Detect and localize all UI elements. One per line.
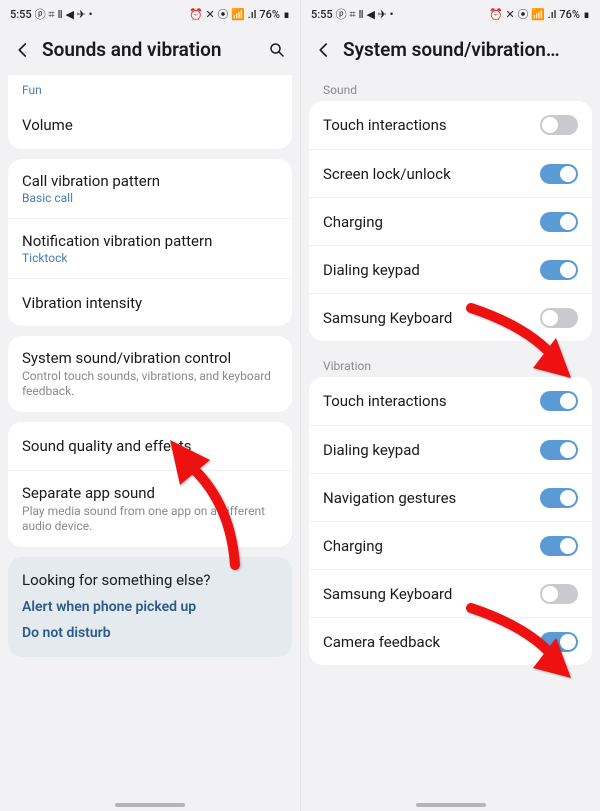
row-sound-samsung-keyboard[interactable]: Samsung Keyboard <box>309 293 592 341</box>
page-title: System sound/vibration… <box>343 38 586 61</box>
toggle-sound-dialing[interactable] <box>540 260 578 280</box>
ringtone-value: Fun <box>8 75 292 101</box>
card-ringtone-group: Fun Volume <box>8 75 292 149</box>
status-right-icons: ⏰ ✕ ⦿ 📶 .ıl <box>489 6 556 22</box>
back-icon[interactable] <box>14 41 32 59</box>
appbar-left: Sounds and vibration <box>0 28 300 75</box>
scroll-left[interactable]: Fun Volume Call vibration pattern Basic … <box>0 75 300 811</box>
vib-camera-label: Camera feedback <box>323 633 440 651</box>
row-vib-dialing-keypad[interactable]: Dialing keypad <box>309 425 592 473</box>
battery-icon: ∎ <box>283 8 290 21</box>
nav-indicator[interactable] <box>115 803 185 807</box>
row-notification-vibration-pattern[interactable]: Notification vibration pattern Ticktock <box>8 218 292 278</box>
sound-lock-label: Screen lock/unlock <box>323 165 451 183</box>
system-control-label: System sound/vibration control <box>22 349 278 367</box>
toggle-vib-dialing[interactable] <box>540 440 578 460</box>
toggle-vib-camera[interactable] <box>540 632 578 652</box>
back-icon[interactable] <box>315 41 333 59</box>
row-vibration-intensity[interactable]: Vibration intensity <box>8 278 292 326</box>
system-control-desc: Control touch sounds, vibrations, and ke… <box>22 369 278 399</box>
vib-charging-label: Charging <box>323 537 383 555</box>
footer-link-dnd[interactable]: Do not disturb <box>22 625 278 641</box>
row-volume-label: Volume <box>22 116 73 134</box>
row-vib-touch-interactions[interactable]: Touch interactions <box>309 377 592 425</box>
toggle-vib-nav[interactable] <box>540 488 578 508</box>
notif-pattern-value: Ticktock <box>22 251 278 265</box>
vib-keyboard-label: Samsung Keyboard <box>323 585 452 603</box>
status-right-icons: ⏰ ✕ ⦿ 📶 .ıl <box>189 6 256 22</box>
row-sound-dialing-keypad[interactable]: Dialing keypad <box>309 245 592 293</box>
row-sound-charging[interactable]: Charging <box>309 197 592 245</box>
status-left-icons: ⓟ ⌗ Ⅱ ◀ ✈ • <box>35 6 93 22</box>
row-call-vibration-pattern[interactable]: Call vibration pattern Basic call <box>8 159 292 218</box>
footer-card: Looking for something else? Alert when p… <box>8 557 292 657</box>
section-header-sound: Sound <box>309 75 592 101</box>
search-icon[interactable] <box>268 41 286 59</box>
status-bar: 5:55 ⓟ ⌗ Ⅱ ◀ ✈ • ⏰ ✕ ⦿ 📶 .ıl 76% ∎ <box>0 0 300 28</box>
battery-icon: ∎ <box>583 8 590 21</box>
call-pattern-value: Basic call <box>22 191 278 205</box>
row-system-sound-vibration-control[interactable]: System sound/vibration control Control t… <box>8 336 292 412</box>
status-battery: 76% <box>259 8 280 21</box>
card-system-control: System sound/vibration control Control t… <box>8 336 292 412</box>
sound-dialing-label: Dialing keypad <box>323 261 420 279</box>
separate-app-desc: Play media sound from one app on a diffe… <box>22 504 278 534</box>
row-sound-quality-effects[interactable]: Sound quality and effects <box>8 422 292 470</box>
vib-touch-label: Touch interactions <box>323 392 447 410</box>
toggle-vib-keyboard[interactable] <box>540 584 578 604</box>
status-time: 5:55 <box>311 8 333 21</box>
row-separate-app-sound[interactable]: Separate app sound Play media sound from… <box>8 470 292 547</box>
vibration-intensity-label: Vibration intensity <box>22 294 142 312</box>
toggle-sound-charging[interactable] <box>540 212 578 232</box>
card-sound-group: Touch interactions Screen lock/unlock Ch… <box>309 101 592 341</box>
pane-sounds-and-vibration: 5:55 ⓟ ⌗ Ⅱ ◀ ✈ • ⏰ ✕ ⦿ 📶 .ıl 76% ∎ Sound… <box>0 0 300 811</box>
toggle-vib-charging[interactable] <box>540 536 578 556</box>
status-left-icons: ⓟ ⌗ Ⅱ ◀ ✈ • <box>336 6 394 22</box>
row-vib-camera-feedback[interactable]: Camera feedback <box>309 617 592 665</box>
sound-keyboard-label: Samsung Keyboard <box>323 309 452 327</box>
toggle-sound-keyboard[interactable] <box>540 308 578 328</box>
sound-charging-label: Charging <box>323 213 383 231</box>
separate-app-label: Separate app sound <box>22 484 278 502</box>
section-header-vibration: Vibration <box>309 351 592 377</box>
toggle-vib-touch[interactable] <box>540 391 578 411</box>
status-battery: 76% <box>559 8 580 21</box>
vib-dialing-label: Dialing keypad <box>323 441 420 459</box>
card-vibration-group: Call vibration pattern Basic call Notifi… <box>8 159 292 326</box>
row-sound-touch-interactions[interactable]: Touch interactions <box>309 101 592 149</box>
row-vib-samsung-keyboard[interactable]: Samsung Keyboard <box>309 569 592 617</box>
row-sound-screen-lock[interactable]: Screen lock/unlock <box>309 149 592 197</box>
scroll-right[interactable]: Sound Touch interactions Screen lock/unl… <box>301 75 600 811</box>
nav-indicator[interactable] <box>416 803 486 807</box>
page-title: Sounds and vibration <box>42 38 258 61</box>
vib-nav-label: Navigation gestures <box>323 489 456 507</box>
footer-title: Looking for something else? <box>22 571 278 589</box>
pane-system-sound-vibration: 5:55 ⓟ ⌗ Ⅱ ◀ ✈ • ⏰ ✕ ⦿ 📶 .ıl 76% ∎ Syste… <box>300 0 600 811</box>
toggle-sound-touch[interactable] <box>540 115 578 135</box>
sound-quality-label: Sound quality and effects <box>22 437 191 455</box>
row-vib-charging[interactable]: Charging <box>309 521 592 569</box>
status-time: 5:55 <box>10 8 32 21</box>
toggle-sound-lock[interactable] <box>540 164 578 184</box>
card-effects-group: Sound quality and effects Separate app s… <box>8 422 292 547</box>
sound-touch-label: Touch interactions <box>323 116 447 134</box>
row-vib-navigation-gestures[interactable]: Navigation gestures <box>309 473 592 521</box>
notif-pattern-label: Notification vibration pattern <box>22 232 278 250</box>
status-bar: 5:55 ⓟ ⌗ Ⅱ ◀ ✈ • ⏰ ✕ ⦿ 📶 .ıl 76% ∎ <box>301 0 600 28</box>
appbar-right: System sound/vibration… <box>301 28 600 75</box>
row-volume[interactable]: Volume <box>8 101 292 149</box>
footer-link-alert[interactable]: Alert when phone picked up <box>22 599 278 615</box>
call-pattern-label: Call vibration pattern <box>22 172 278 190</box>
card-vibration-group: Touch interactions Dialing keypad Naviga… <box>309 377 592 665</box>
